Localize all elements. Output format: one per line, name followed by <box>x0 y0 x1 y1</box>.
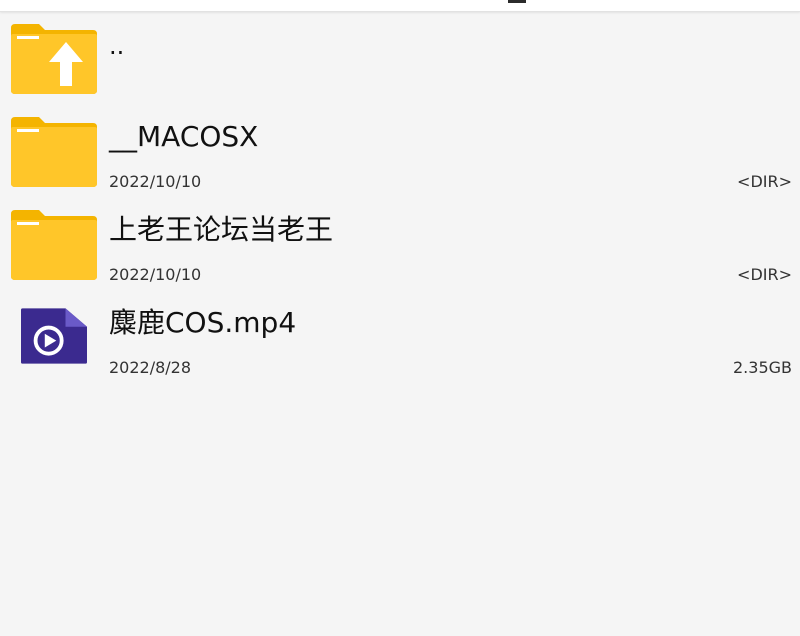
folder-up-icon <box>11 24 97 94</box>
file-size: <DIR> <box>737 172 792 191</box>
file-size: <DIR> <box>737 265 792 284</box>
file-row[interactable]: 麋鹿COS.mp4 2022/8/28 2.35GB <box>0 295 800 388</box>
top-bar-indicator <box>508 0 526 3</box>
file-size: 2.35GB <box>733 358 792 377</box>
top-bar <box>0 0 800 12</box>
file-row-parent-directory[interactable]: .. <box>0 16 800 109</box>
file-name: __MACOSX <box>109 120 259 153</box>
file-list: .. __MACOSX 2022/10/10 <DIR> 上老王论坛当老王 20… <box>0 16 800 388</box>
file-date: 2022/8/28 <box>109 358 192 377</box>
file-name: 上老王论坛当老王 <box>109 213 334 246</box>
folder-icon <box>11 117 97 187</box>
file-row[interactable]: 上老王论坛当老王 2022/10/10 <DIR> <box>0 202 800 295</box>
video-file-icon <box>21 308 87 364</box>
folder-icon <box>11 210 97 280</box>
file-manager-screen: .. __MACOSX 2022/10/10 <DIR> 上老王论坛当老王 20… <box>0 0 800 636</box>
file-name: 麋鹿COS.mp4 <box>109 306 297 339</box>
file-name: .. <box>109 32 125 60</box>
file-row[interactable]: __MACOSX 2022/10/10 <DIR> <box>0 109 800 202</box>
file-date: 2022/10/10 <box>109 172 202 191</box>
file-date: 2022/10/10 <box>109 265 202 284</box>
